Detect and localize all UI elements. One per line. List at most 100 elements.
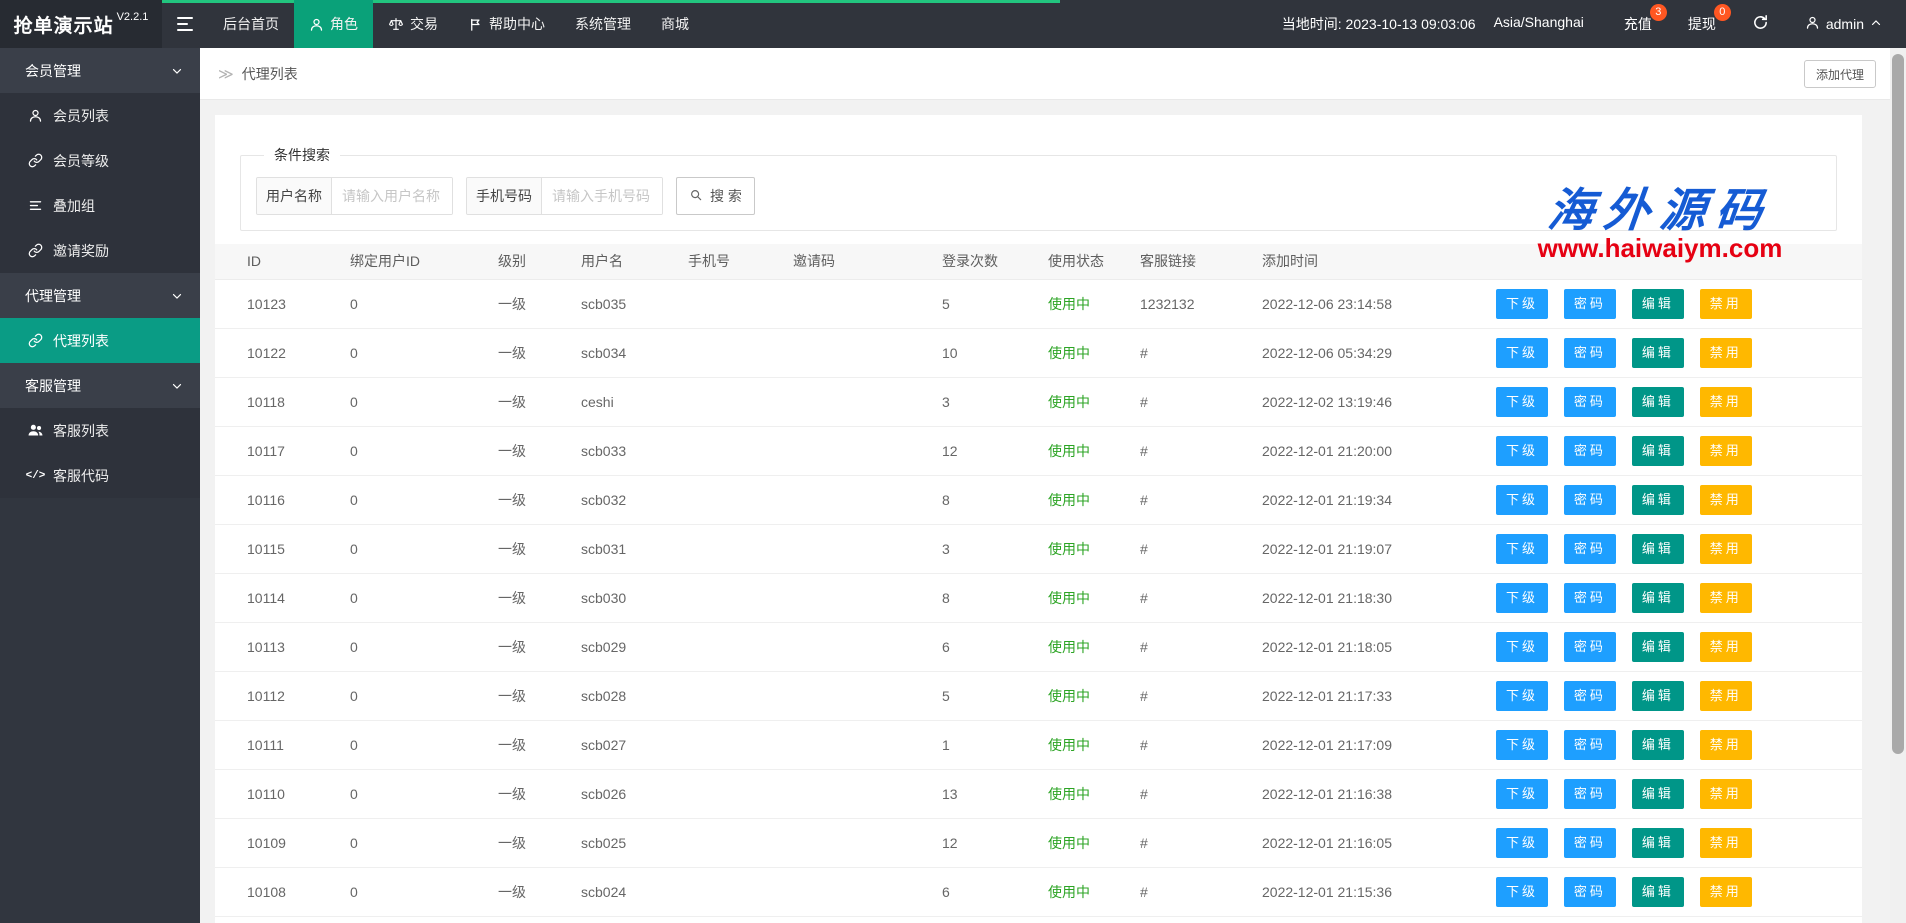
phone-input[interactable] (542, 178, 662, 214)
password-button[interactable]: 密码 (1564, 534, 1616, 564)
user-menu[interactable]: admin (1787, 0, 1900, 48)
cell-bind-id: 0 (350, 622, 498, 671)
sidebar-item-overlay-group[interactable]: 叠加组 (0, 183, 200, 228)
subordinate-button[interactable]: 下级 (1496, 828, 1548, 858)
disable-button[interactable]: 禁用 (1700, 877, 1752, 907)
cell-id: 10122 (215, 328, 350, 377)
main-area: ≫ 代理列表 添加代理 条件搜索 用户名称 手机号码 (200, 48, 1906, 923)
search-button[interactable]: 搜 索 (676, 177, 755, 215)
add-agent-button[interactable]: 添加代理 (1804, 60, 1876, 88)
cell-username: scb033 (581, 426, 688, 475)
subordinate-button[interactable]: 下级 (1496, 681, 1548, 711)
password-button[interactable]: 密码 (1564, 289, 1616, 319)
tab-system[interactable]: 系统管理 (560, 0, 646, 48)
disable-button[interactable]: 禁用 (1700, 779, 1752, 809)
edit-button[interactable]: 编辑 (1632, 681, 1684, 711)
sidebar-group-label: 会员管理 (25, 61, 81, 81)
tab-mall[interactable]: 商城 (646, 0, 704, 48)
withdraw-button[interactable]: 提现 0 (1670, 0, 1734, 48)
disable-button[interactable]: 禁用 (1700, 436, 1752, 466)
edit-button[interactable]: 编辑 (1632, 485, 1684, 515)
disable-button[interactable]: 禁用 (1700, 632, 1752, 662)
sidebar-group-member-mgmt[interactable]: 会员管理 (0, 48, 200, 93)
password-button[interactable]: 密码 (1564, 436, 1616, 466)
subordinate-button[interactable]: 下级 (1496, 730, 1548, 760)
password-button[interactable]: 密码 (1564, 338, 1616, 368)
edit-button[interactable]: 编辑 (1632, 583, 1684, 613)
edit-button[interactable]: 编辑 (1632, 632, 1684, 662)
password-button[interactable]: 密码 (1564, 583, 1616, 613)
subordinate-button[interactable]: 下级 (1496, 632, 1548, 662)
tab-role[interactable]: 角色 (294, 0, 373, 48)
tab-trade[interactable]: 交易 (373, 0, 453, 48)
edit-button[interactable]: 编辑 (1632, 534, 1684, 564)
edit-button[interactable]: 编辑 (1632, 779, 1684, 809)
password-button[interactable]: 密码 (1564, 681, 1616, 711)
edit-button[interactable]: 编辑 (1632, 436, 1684, 466)
disable-button[interactable]: 禁用 (1700, 387, 1752, 417)
subordinate-button[interactable]: 下级 (1496, 877, 1548, 907)
disable-button[interactable]: 禁用 (1700, 681, 1752, 711)
refresh-button[interactable] (1734, 0, 1787, 48)
sidebar-item-label: 代理列表 (53, 331, 109, 351)
disable-button[interactable]: 禁用 (1700, 828, 1752, 858)
disable-button[interactable]: 禁用 (1700, 534, 1752, 564)
sidebar-item-member-level[interactable]: 会员等级 (0, 138, 200, 183)
edit-button[interactable]: 编辑 (1632, 289, 1684, 319)
tab-home[interactable]: 后台首页 (208, 0, 294, 48)
password-button[interactable]: 密码 (1564, 779, 1616, 809)
table-row: 下级 密码 编辑 禁用 (215, 916, 1862, 923)
subordinate-button[interactable]: 下级 (1496, 583, 1548, 613)
subordinate-button[interactable]: 下级 (1496, 534, 1548, 564)
scrollbar-track[interactable] (1890, 48, 1906, 923)
cell-bind-id: 0 (350, 573, 498, 622)
cell-username: scb031 (581, 524, 688, 573)
subordinate-button[interactable]: 下级 (1496, 436, 1548, 466)
cell-login-count: 1 (927, 720, 1048, 769)
disable-button[interactable]: 禁用 (1700, 730, 1752, 760)
subordinate-button[interactable]: 下级 (1496, 485, 1548, 515)
disable-button[interactable]: 禁用 (1700, 583, 1752, 613)
cell-service-link: # (1140, 867, 1262, 916)
status-badge: 使用中 (1048, 818, 1140, 867)
edit-button[interactable]: 编辑 (1632, 338, 1684, 368)
disable-button[interactable]: 禁用 (1700, 289, 1752, 319)
edit-button[interactable]: 编辑 (1632, 877, 1684, 907)
disable-button[interactable]: 禁用 (1700, 485, 1752, 515)
table-row: 10112 0 一级 scb028 5 使用中 # 2022-12-01 21:… (215, 671, 1862, 720)
subordinate-button[interactable]: 下级 (1496, 387, 1548, 417)
menu-label: 商城 (661, 14, 689, 34)
cell-username: scb030 (581, 573, 688, 622)
cell-level: 一级 (498, 622, 581, 671)
cell-invite-code (793, 720, 927, 769)
timezone-text: Asia/Shanghai (1494, 14, 1584, 34)
password-button[interactable]: 密码 (1564, 632, 1616, 662)
cell-level: 一级 (498, 818, 581, 867)
subordinate-button[interactable]: 下级 (1496, 338, 1548, 368)
edit-button[interactable]: 编辑 (1632, 730, 1684, 760)
cell-bind-id: 0 (350, 769, 498, 818)
password-button[interactable]: 密码 (1564, 730, 1616, 760)
recharge-button[interactable]: 充值 3 (1606, 0, 1670, 48)
sidebar-item-service-code[interactable]: </> 客服代码 (0, 453, 200, 498)
disable-button[interactable]: 禁用 (1700, 338, 1752, 368)
password-button[interactable]: 密码 (1564, 485, 1616, 515)
sidebar-toggle-button[interactable] (162, 0, 208, 48)
tab-help[interactable]: 帮助中心 (453, 0, 560, 48)
scrollbar-thumb[interactable] (1892, 54, 1904, 754)
edit-button[interactable]: 编辑 (1632, 828, 1684, 858)
sidebar-item-member-list[interactable]: 会员列表 (0, 93, 200, 138)
sidebar-item-agent-list[interactable]: 代理列表 (0, 318, 200, 363)
password-button[interactable]: 密码 (1564, 877, 1616, 907)
username-input[interactable] (332, 178, 452, 214)
sidebar-item-invite-reward[interactable]: 邀请奖励 (0, 228, 200, 273)
sidebar-item-service-list[interactable]: 客服列表 (0, 408, 200, 453)
sidebar-group-service-mgmt[interactable]: 客服管理 (0, 363, 200, 408)
edit-button[interactable]: 编辑 (1632, 387, 1684, 417)
password-button[interactable]: 密码 (1564, 828, 1616, 858)
password-button[interactable]: 密码 (1564, 387, 1616, 417)
table-body: 10123 0 一级 scb035 5 使用中 1232132 2022-12-… (215, 279, 1862, 923)
subordinate-button[interactable]: 下级 (1496, 289, 1548, 319)
sidebar-group-agent-mgmt[interactable]: 代理管理 (0, 273, 200, 318)
subordinate-button[interactable]: 下级 (1496, 779, 1548, 809)
